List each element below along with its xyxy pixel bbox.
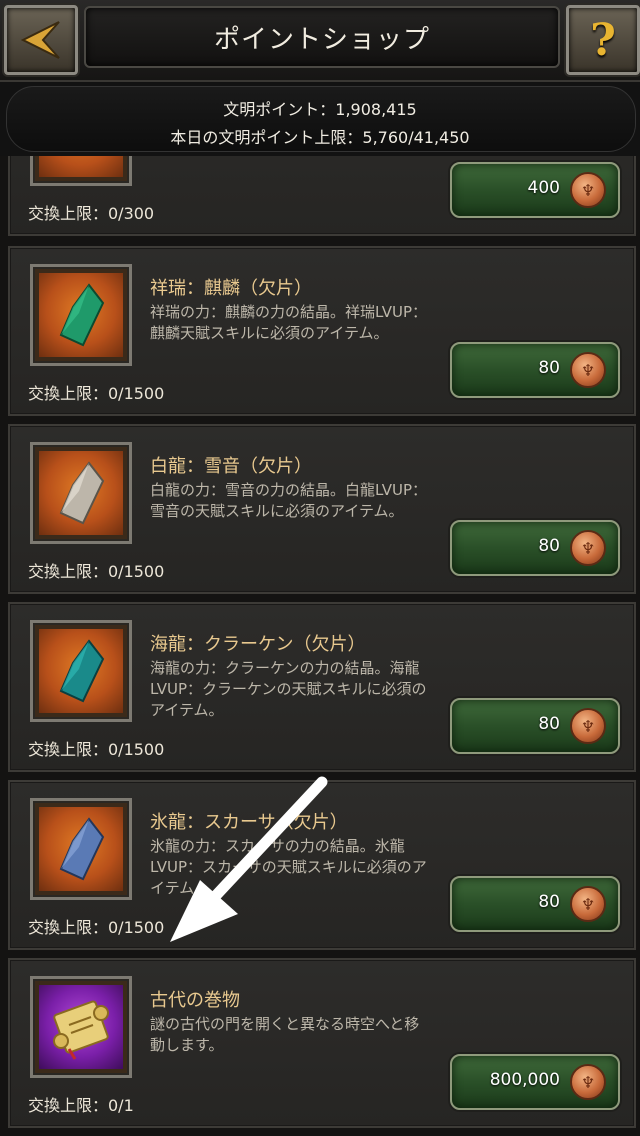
item-icon-frame: [30, 976, 132, 1078]
back-button[interactable]: [4, 5, 78, 75]
trophy-coin-icon: ♆: [570, 352, 606, 388]
help-button[interactable]: ?: [566, 5, 640, 75]
trophy-coin-icon: ♆: [570, 172, 606, 208]
price-label: 80: [538, 892, 560, 912]
buy-button[interactable]: 80 ♆: [450, 520, 620, 576]
exchange-limit: 交換上限：0/1500: [28, 384, 165, 403]
crystal-shard-icon: [59, 283, 105, 347]
shop-item-list[interactable]: 交換上限：0/300 400 ♆ 祥瑞：麒麟（欠片） 祥瑞の力：麒麟の力の結晶。…: [0, 156, 640, 1136]
exchange-limit: 交換上限：0/1500: [28, 562, 165, 581]
exchange-limit: 交換上限：0/1: [28, 1096, 134, 1115]
item-icon: [39, 807, 123, 891]
crystal-shard-icon: [59, 461, 105, 525]
buy-button[interactable]: 80 ♆: [450, 698, 620, 754]
item-description: 白龍の力：雪音の力の結晶。白龍LVUP：雪音の天賦スキルに必須のアイテム。: [150, 481, 427, 520]
item-icon: [39, 629, 123, 713]
buy-button[interactable]: 80 ♆: [450, 342, 620, 398]
crystal-shard-icon: [59, 817, 105, 881]
page-title: ポイントショップ: [84, 6, 560, 68]
daily-points-limit: 本日の文明ポイント上限：5,760/41,450: [170, 128, 470, 147]
buy-button[interactable]: 400 ♆: [450, 162, 620, 218]
item-description: 海龍の力：クラーケンの力の結晶。海龍LVUP：クラーケンの天賦スキルに必須のアイ…: [150, 659, 427, 719]
shop-item-card: 海龍：クラーケン（欠片） 海龍の力：クラーケンの力の結晶。海龍LVUP：クラーケ…: [8, 602, 636, 772]
question-icon: ?: [590, 14, 616, 66]
item-icon: [39, 985, 123, 1069]
price-label: 80: [538, 358, 560, 378]
item-icon-frame: [30, 264, 132, 366]
item-icon: [39, 156, 123, 177]
price-label: 400: [527, 178, 560, 198]
civilization-points: 文明ポイント：1,908,415: [223, 100, 417, 119]
trophy-coin-icon: ♆: [570, 530, 606, 566]
item-description: 謎の古代の門を開くと異なる時空へと移動します。: [150, 1015, 420, 1054]
exchange-limit: 交換上限：0/1500: [28, 918, 165, 937]
price-label: 800,000: [489, 1070, 560, 1090]
item-icon-frame: [30, 620, 132, 722]
item-name: 海龍：クラーケン（欠片）: [150, 634, 366, 655]
item-name: 祥瑞：麒麟（欠片）: [150, 278, 312, 299]
item-name: 氷龍：スカーサ（欠片）: [150, 812, 348, 833]
price-label: 80: [538, 536, 560, 556]
buy-button[interactable]: 80 ♆: [450, 876, 620, 932]
shop-item-card: 祥瑞：麒麟（欠片） 祥瑞の力：麒麟の力の結晶。祥瑞LVUP：麒麟天賦スキルに必須…: [8, 246, 636, 416]
item-icon-frame: [30, 156, 132, 186]
item-icon-frame: [30, 798, 132, 900]
item-icon: [39, 273, 123, 357]
trophy-coin-icon: ♆: [570, 1064, 606, 1100]
item-icon-frame: [30, 442, 132, 544]
trophy-coin-icon: ♆: [570, 708, 606, 744]
crystal-shard-icon: [59, 639, 105, 703]
scroll-icon: [53, 1000, 109, 1060]
shop-item-card: 古代の巻物 謎の古代の門を開くと異なる時空へと移動します。 交換上限：0/1 8…: [8, 958, 636, 1128]
trophy-coin-icon: ♆: [570, 886, 606, 922]
item-name: 古代の巻物: [150, 990, 240, 1011]
item-name: 白龍：雪音（欠片）: [150, 456, 312, 477]
shop-item-card: 氷龍：スカーサ（欠片） 氷龍の力：スカーサの力の結晶。氷龍LVUP：スカーサの天…: [8, 780, 636, 950]
item-icon: [39, 451, 123, 535]
exchange-limit: 交換上限：0/300: [28, 204, 155, 223]
exchange-limit: 交換上限：0/1500: [28, 740, 165, 759]
shop-item-card: 交換上限：0/300 400 ♆: [8, 156, 636, 236]
shop-item-card: 白龍：雪音（欠片） 白龍の力：雪音の力の結晶。白龍LVUP：雪音の天賦スキルに必…: [8, 424, 636, 594]
back-arrow-icon: [20, 21, 60, 59]
price-label: 80: [538, 714, 560, 734]
header-bar: ポイントショップ ?: [0, 0, 640, 82]
buy-button[interactable]: 800,000 ♆: [450, 1054, 620, 1110]
item-description: 氷龍の力：スカーサの力の結晶。氷龍LVUP：スカーサの天賦スキルに必須のアイテム…: [150, 837, 427, 897]
item-description: 祥瑞の力：麒麟の力の結晶。祥瑞LVUP：麒麟天賦スキルに必須のアイテム。: [150, 303, 427, 342]
